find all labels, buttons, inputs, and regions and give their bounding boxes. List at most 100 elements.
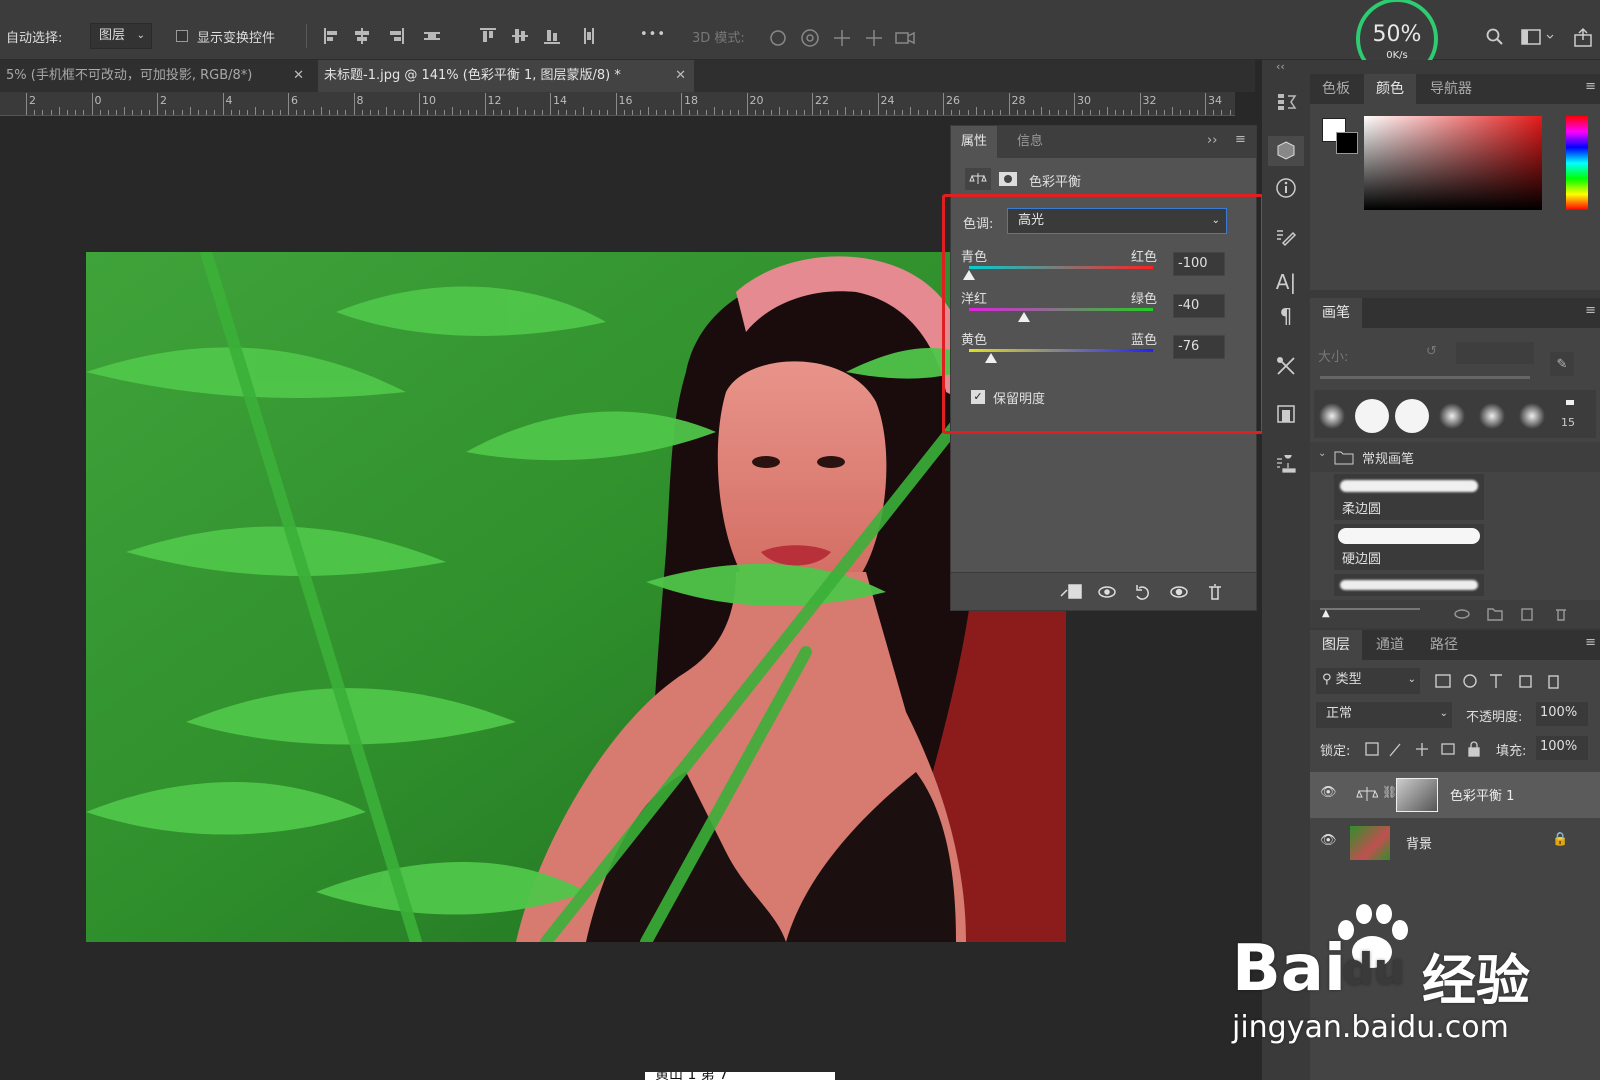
brush-edit-icon[interactable]: ✎ [1550,352,1574,376]
layer-row-color-balance[interactable]: 👁 ⛓ 色彩平衡 1 [1310,772,1600,818]
clone-source-icon[interactable] [1272,400,1300,428]
close-icon[interactable]: ✕ [675,60,686,92]
auto-select-dropdown[interactable]: 图层 ⌄ [90,23,152,49]
brush-size-input[interactable] [1456,342,1534,364]
brush-settings-icon[interactable] [1272,224,1300,252]
hue-slider[interactable] [1566,116,1588,210]
link-icon[interactable]: ⛓ [1382,785,1397,799]
tool-presets-icon[interactable] [1272,352,1300,380]
eye-icon[interactable]: 👁 [1320,785,1337,800]
ruler-minor-tick [296,110,298,115]
tab-brush[interactable]: 画笔 [1310,298,1362,328]
3d-icon[interactable] [1268,136,1304,166]
share-icon[interactable] [1570,24,1596,50]
tab-color[interactable]: 颜色 [1364,74,1416,104]
ruler-minor-tick [1147,110,1149,115]
layer-name: 背景 [1406,837,1433,852]
panel-menu-icon[interactable]: ≡ [1585,79,1596,94]
color-panel-tabs: 色板 颜色 导航器 ≡ [1310,74,1600,104]
tab-paths[interactable]: 路径 [1418,630,1470,660]
properties-footer-icons[interactable] [1059,582,1249,602]
ruler-minor-tick [34,110,36,115]
ruler-tick [877,93,879,115]
character-icon[interactable]: A| [1272,268,1300,296]
ruler-tick [681,93,682,115]
ruler-minor-tick [107,110,109,115]
align-icons-group[interactable] [322,24,662,50]
layer-mask-thumbnail[interactable] [1396,778,1438,812]
more-options-button[interactable]: ••• [640,27,666,42]
ruler-minor-tick [451,107,453,115]
layer-filter-dropdown[interactable]: ⚲ 类型 ⌄ [1316,668,1420,694]
brush-item-3[interactable] [1334,574,1484,596]
close-icon[interactable]: ✕ [293,60,304,92]
tab-navigator[interactable]: 导航器 [1418,74,1484,104]
ruler-minor-tick [1024,110,1026,115]
collapse-icon[interactable]: ›› [1207,133,1217,148]
ruler-minor-tick [558,110,560,115]
brush-size-slider[interactable] [1320,376,1530,379]
reset-icon[interactable]: ↺ [1426,344,1437,359]
ruler-label: 20 [749,94,764,107]
tab-swatches[interactable]: 色板 [1310,74,1362,104]
tab-mockup[interactable]: 5% (手机框不可改动，可加投影, RGB/8*) ✕ [0,60,312,92]
paragraph-icon[interactable]: ¶ [1272,302,1300,330]
brush-footer-icons[interactable] [1450,604,1590,624]
brush-group-row[interactable]: ⌄ 常规画笔 [1310,442,1600,472]
ruler-minor-tick [279,110,281,115]
ruler-minor-tick [779,107,781,115]
tab-channels[interactable]: 通道 [1364,630,1416,660]
ruler-minor-tick [263,110,265,115]
color-field[interactable] [1364,116,1542,210]
info-icon[interactable] [1272,174,1300,202]
balance-icon[interactable] [965,168,991,190]
brush-size-label: 大小: [1318,350,1349,365]
ruler-minor-tick [1082,110,1084,115]
lock-icons[interactable] [1364,740,1484,760]
brush-tips[interactable] [1314,390,1596,438]
bottom-tab-label: 黄山 1 第 7 [655,1072,729,1080]
3d-mode-icons[interactable] [766,26,926,50]
ruler-minor-tick [50,110,52,115]
watermark-url: jingyan.baidu.com [1232,1010,1509,1045]
ruler-minor-tick [492,110,494,115]
ruler-minor-tick [148,110,150,115]
panel-menu-icon[interactable]: ≡ [1585,303,1596,318]
ruler-tick [943,93,944,115]
ruler-minor-tick [1188,110,1190,115]
show-transform-checkbox[interactable] [176,30,188,42]
ruler-minor-tick [713,107,715,115]
brush-item-hard[interactable]: 硬边圆 [1334,524,1484,570]
ruler-minor-tick [345,110,347,115]
ruler-minor-tick [247,110,249,115]
ruler-minor-tick [664,110,666,115]
history-icon[interactable] [1272,88,1300,116]
search-icon: ⚲ [1322,672,1332,687]
tab-mockup-label: 5% (手机框不可改动，可加投影, RGB/8*) [6,68,253,83]
ruler-minor-tick [1114,110,1116,115]
mask-icon[interactable] [995,168,1021,190]
background-color-swatch[interactable] [1336,132,1358,154]
tab-properties[interactable]: 属性 [951,126,998,158]
ruler-minor-tick [820,110,822,115]
opacity-input[interactable]: 100% [1536,702,1588,726]
stamp-icon[interactable] [1272,452,1300,480]
brush-presets-strip[interactable]: 15 [1314,390,1596,438]
ruler-minor-tick [116,110,118,115]
search-icon[interactable] [1482,24,1508,50]
blend-mode-dropdown[interactable]: 正常 ⌄ [1316,702,1452,728]
fill-input[interactable]: 100% [1536,736,1588,760]
workspace-icon[interactable] [1518,24,1558,50]
tab-untitled[interactable]: 未标题-1.jpg @ 141% (色彩平衡 1, 图层蒙版/8) * ✕ [318,60,694,92]
ruler-label: 30 [1077,94,1091,107]
tab-info[interactable]: 信息 [1007,126,1053,158]
panel-menu-icon[interactable]: ≡ [1235,132,1246,147]
ruler-minor-tick [640,110,642,115]
layer-filter-icons[interactable] [1434,672,1600,692]
layer-row-background[interactable]: 👁 背景 🔒 [1310,820,1600,866]
brush-item-soft[interactable]: 柔边圆 [1334,474,1484,520]
eye-icon[interactable]: 👁 [1320,833,1337,848]
ruler-tick [91,93,93,115]
panel-menu-icon[interactable]: ≡ [1585,635,1596,650]
tab-layers[interactable]: 图层 [1310,630,1362,660]
